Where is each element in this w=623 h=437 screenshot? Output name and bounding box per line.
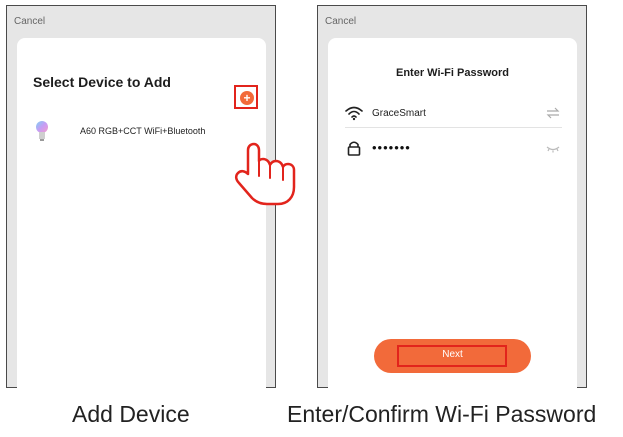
- bulb-icon: [36, 121, 48, 141]
- ssid-field[interactable]: GraceSmart: [345, 101, 562, 128]
- lock-icon: [347, 141, 361, 156]
- page-title: Select Device to Add: [33, 74, 171, 90]
- tap-hand-icon: [234, 142, 296, 206]
- wifi-password-screen: Cancel Enter Wi-Fi Password GraceSmart •…: [317, 5, 587, 389]
- add-device-highlight: +: [234, 85, 258, 109]
- password-value: •••••••: [372, 140, 411, 155]
- next-button-label: Next: [442, 349, 463, 360]
- page-title: Enter Wi-Fi Password: [396, 67, 509, 79]
- caption-enter-password: Enter/Confirm Wi-Fi Password: [287, 401, 597, 427]
- switch-network-icon[interactable]: [546, 107, 560, 119]
- cancel-button[interactable]: Cancel: [325, 16, 356, 27]
- hide-password-icon[interactable]: [546, 142, 560, 154]
- next-button[interactable]: Next: [374, 339, 531, 373]
- device-name: A60 RGB+CCT WiFi+Bluetooth: [80, 126, 206, 136]
- device-list-panel: Select Device to Add A60 RGB+CCT WiFi+Bl…: [17, 38, 266, 389]
- ssid-value: GraceSmart: [372, 108, 426, 119]
- wifi-icon: [345, 106, 363, 121]
- password-field[interactable]: •••••••: [345, 136, 562, 162]
- wifi-form-panel: Enter Wi-Fi Password GraceSmart •••••••: [328, 38, 577, 389]
- add-device-button[interactable]: +: [240, 91, 254, 105]
- caption-add-device: Add Device: [72, 401, 190, 427]
- cancel-button[interactable]: Cancel: [14, 16, 45, 27]
